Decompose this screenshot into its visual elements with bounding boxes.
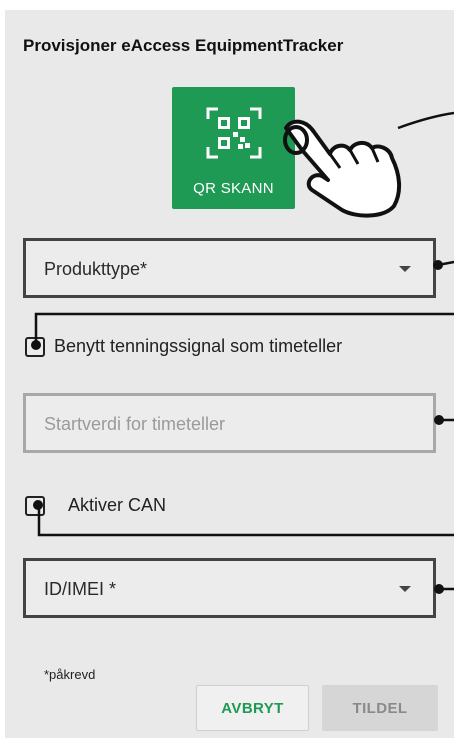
callout-lines [31, 111, 454, 594]
